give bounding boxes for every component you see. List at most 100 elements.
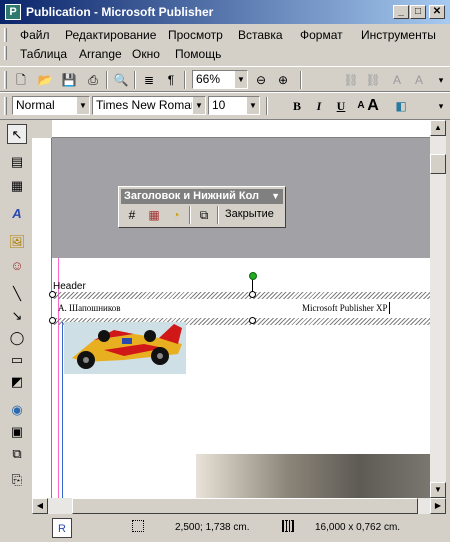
text-style-icon[interactable]: A — [388, 71, 406, 89]
bold-button[interactable]: B — [288, 97, 306, 115]
vertical-scroll-thumb[interactable] — [430, 154, 446, 174]
menu-insert[interactable]: Вставка — [238, 28, 283, 42]
scroll-down-button[interactable]: ▼ — [430, 482, 446, 498]
chevron-down-icon[interactable]: ▼ — [76, 97, 89, 114]
scroll-up-button[interactable]: ▲ — [430, 120, 446, 136]
design-gallery-icon[interactable]: ⎘ — [7, 470, 27, 490]
horizontal-scrollbar[interactable]: ◀ ▶ — [32, 498, 446, 514]
minimize-button[interactable]: _ — [393, 5, 409, 19]
form-control-icon[interactable]: ▣ — [7, 422, 27, 442]
menu-table[interactable]: Таблица — [20, 47, 67, 61]
chevron-down-icon[interactable]: ▼ — [246, 97, 259, 114]
zoom-select[interactable]: 66% ▼ — [192, 70, 248, 89]
grow-font-icon[interactable]: A — [364, 97, 382, 115]
table-icon[interactable]: ▦ — [7, 176, 27, 196]
menu-help[interactable]: Помощь — [175, 47, 221, 61]
open-icon[interactable]: 📂 — [36, 71, 54, 89]
header-frame-border — [52, 292, 430, 299]
picture-icon[interactable]: 🖼 — [7, 232, 27, 252]
toolbar-grip[interactable] — [4, 71, 7, 89]
arrow-icon[interactable]: ↘ — [7, 306, 27, 326]
save-icon[interactable]: 💾 — [60, 71, 78, 89]
italic-button[interactable]: I — [310, 97, 328, 115]
maximize-button[interactable]: □ — [410, 5, 426, 19]
toolbar-options-icon[interactable]: ▾ — [432, 97, 450, 115]
oval-icon[interactable]: ◯ — [7, 328, 27, 348]
page-number-icon[interactable]: # — [123, 206, 141, 224]
menu-file[interactable]: Файл — [20, 28, 50, 42]
show-header-footer-icon[interactable]: ⧉ — [195, 206, 213, 224]
style-value: Normal — [16, 98, 55, 112]
size-icon — [282, 520, 294, 532]
line-icon[interactable]: ╲ — [7, 284, 27, 304]
pointer-icon[interactable]: ↖ — [7, 124, 27, 144]
clip-art-icon[interactable]: ☺ — [7, 256, 27, 276]
menu-arrange[interactable]: Arrange — [79, 47, 122, 61]
scroll-right-button[interactable]: ▶ — [430, 498, 446, 514]
status-bar: R 2,500; 1,738 cm. 16,000 x 0,762 cm. — [0, 514, 450, 542]
style-select[interactable]: Normal ▼ — [12, 96, 90, 115]
ruler-corner[interactable] — [32, 120, 52, 138]
resize-handle[interactable] — [249, 317, 256, 324]
unlink-icon[interactable]: ⛓ — [364, 71, 382, 89]
menu-grip-2[interactable] — [4, 46, 7, 60]
chevron-down-icon[interactable]: ▼ — [234, 71, 247, 88]
menu-window[interactable]: Окно — [132, 47, 160, 61]
menu-format[interactable]: Формат — [300, 28, 343, 42]
header-right-text[interactable]: Microsoft Publisher XP — [302, 303, 388, 313]
date-icon[interactable]: ▦ — [145, 206, 163, 224]
text-box-icon[interactable]: ▤ — [7, 152, 27, 172]
close-header-footer-button[interactable]: Закрытие — [225, 208, 274, 220]
horizontal-ruler[interactable] — [52, 120, 430, 138]
rectangle-icon[interactable]: ▭ — [7, 350, 27, 370]
separator — [184, 71, 186, 89]
html-fragment-icon[interactable]: ⧉ — [7, 444, 27, 464]
vertical-scrollbar[interactable]: ▲ ▼ — [430, 120, 446, 498]
autoshapes-icon[interactable]: ◩ — [7, 372, 27, 392]
menu-view[interactable]: Просмотр — [168, 28, 223, 42]
underline-button[interactable]: U — [332, 97, 350, 115]
resize-handle[interactable] — [49, 291, 56, 298]
header-left-text[interactable]: А. Шапошников — [58, 303, 121, 313]
separator — [300, 71, 302, 89]
print-icon[interactable]: ⎙ — [84, 71, 102, 89]
text-style-2-icon[interactable]: A — [410, 71, 428, 89]
wordart-icon[interactable]: A — [7, 204, 27, 224]
chevron-down-icon[interactable]: ▼ — [271, 189, 280, 204]
toolbar-grip[interactable] — [4, 97, 7, 115]
header-footer-toolbar-title[interactable]: Заголовок и Нижний Кол ▼ — [121, 189, 283, 204]
font-select[interactable]: Times New Roman ▼ — [92, 96, 206, 115]
menu-grip[interactable] — [4, 28, 7, 42]
font-size-select[interactable]: 10 ▼ — [208, 96, 260, 115]
chevron-down-icon[interactable]: ▼ — [192, 97, 205, 114]
header-footer-title-text: Заголовок и Нижний Кол — [124, 190, 260, 202]
resize-handle[interactable] — [49, 317, 56, 324]
publication-page[interactable]: Header А. Шапошников Microsoft Publisher… — [49, 258, 430, 498]
page-navigator[interactable]: R — [52, 518, 72, 538]
menu-edit[interactable]: Редактирование — [65, 28, 156, 42]
close-button[interactable]: ✕ — [429, 5, 445, 19]
header-footer-toolbar: Заголовок и Нижний Кол ▼ # ▦ ◔ ⧉ Закрытие — [118, 186, 286, 228]
hot-spot-icon[interactable]: ◉ — [7, 400, 27, 420]
time-icon[interactable]: ◔ — [167, 206, 185, 224]
race-car-image[interactable] — [64, 322, 186, 374]
zoom-out-icon[interactable]: ⊖ — [252, 71, 270, 89]
toolbar-options-icon[interactable]: ▾ — [432, 71, 450, 89]
separator — [134, 71, 136, 89]
photo-image[interactable] — [196, 454, 430, 498]
separator — [266, 97, 268, 115]
zoom-in-icon[interactable]: ⊕ — [274, 71, 292, 89]
scroll-left-button[interactable]: ◀ — [32, 498, 48, 514]
paragraph-icon[interactable]: ¶ — [162, 71, 180, 89]
new-icon[interactable]: 🗋 — [12, 71, 30, 89]
link-icon[interactable]: ⛓ — [342, 71, 360, 89]
columns-icon[interactable]: ≣ — [140, 71, 158, 89]
print-preview-icon[interactable]: 🔍 — [112, 71, 130, 89]
3d-shape-icon[interactable]: ◧ — [392, 97, 410, 115]
formatting-toolbar: Normal ▼ Times New Roman ▼ 10 ▼ B I U A … — [0, 92, 450, 120]
publisher-icon[interactable]: P — [5, 4, 21, 20]
horizontal-scroll-thumb[interactable] — [72, 498, 418, 514]
menu-tools[interactable]: Инструменты — [361, 28, 436, 42]
resize-handle[interactable] — [249, 291, 256, 298]
rotate-handle[interactable] — [249, 272, 257, 280]
